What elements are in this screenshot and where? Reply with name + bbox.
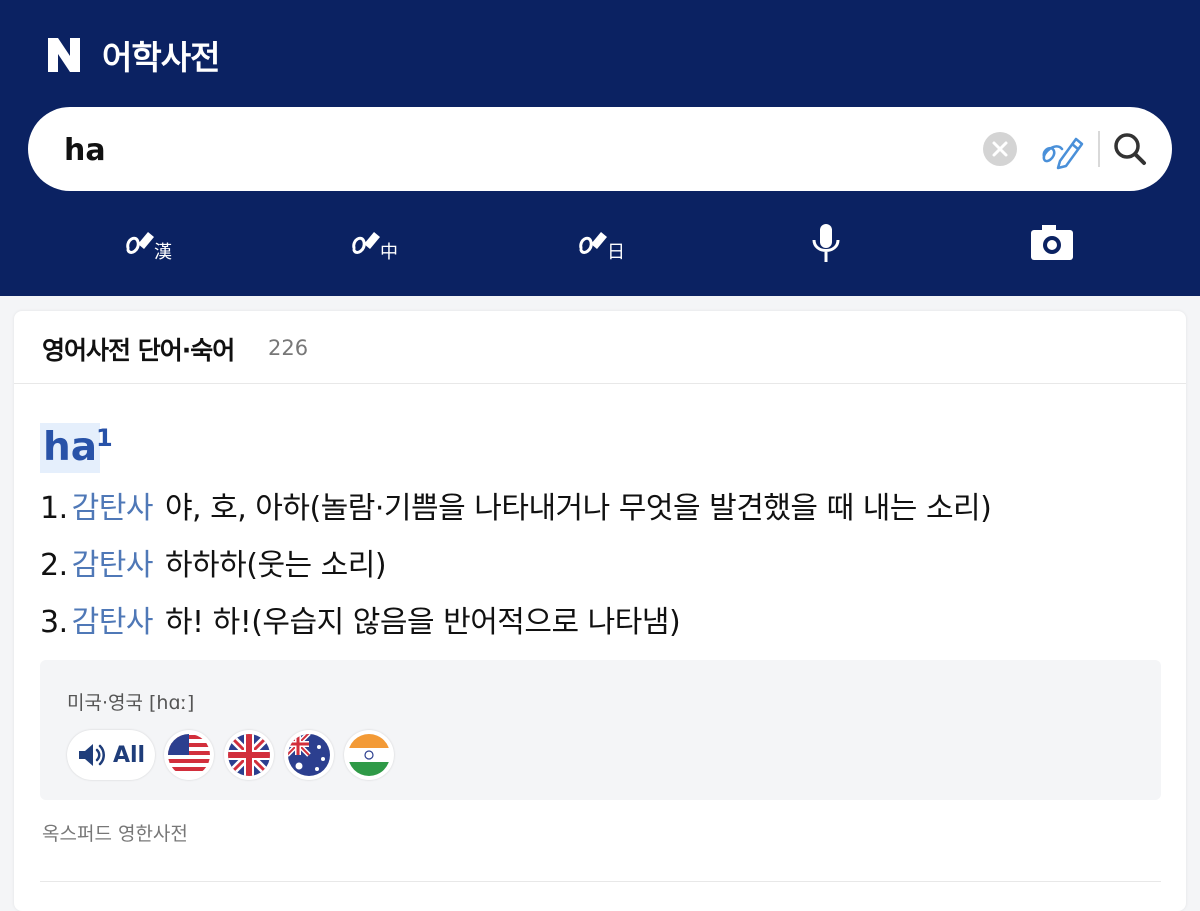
results-title: 영어사전 단어·숙어: [42, 336, 235, 365]
handwriting-japanese-icon[interactable]: 日: [577, 222, 633, 264]
meaning-text: 하! 하!(우습지 않음을 반어적으로 나타냄): [164, 605, 681, 640]
speaker-icon: [78, 744, 105, 766]
meaning-text: 야, 호, 아하(놀람·기쁨을 나타내거나 무엇을 발견했을 때 내는 소리): [164, 491, 992, 526]
japanese-glyph: 日: [607, 242, 625, 263]
india-flag-icon[interactable]: [344, 730, 394, 780]
play-all-label: All: [112, 742, 146, 768]
meaning-number: 3.: [40, 605, 68, 640]
dictionary-source[interactable]: 옥스퍼드 영한사전: [42, 819, 188, 846]
part-of-speech: 감탄사: [71, 491, 154, 526]
camera-icon[interactable]: [1024, 222, 1080, 264]
chinese-glyph: 中: [380, 242, 398, 263]
naver-logo: [46, 35, 82, 75]
meaning-text: 하하하(웃는 소리): [164, 548, 387, 583]
pronunciation-box: 미국·영국 [hɑː] All: [40, 660, 1161, 800]
divider: [40, 881, 1161, 882]
meaning-2: 2. 감탄사 하하하(웃는 소리): [40, 540, 387, 584]
search-separator: [1098, 131, 1100, 167]
uk-flag-icon[interactable]: [224, 730, 274, 780]
australia-flag-icon[interactable]: [284, 730, 334, 780]
handwriting-hanja-icon[interactable]: 漢: [124, 222, 180, 264]
entry-word[interactable]: ha: [40, 423, 101, 473]
search-input[interactable]: [62, 123, 946, 177]
results-count: 226: [268, 336, 309, 360]
us-flag-icon[interactable]: [164, 730, 214, 780]
meaning-1: 1. 감탄사 야, 호, 아하(놀람·기쁨을 나타내거나 무엇을 발견했을 때 내는…: [40, 483, 992, 527]
meaning-number: 1.: [40, 491, 68, 526]
meaning-number: 2.: [40, 548, 68, 583]
app-title: 어학사전: [102, 38, 220, 77]
handwriting-icon[interactable]: [1038, 127, 1086, 171]
logo-row[interactable]: 어학사전: [46, 30, 220, 80]
results-header: 영어사전 단어·숙어 226: [14, 311, 1186, 384]
results-card: 영어사전 단어·숙어 226 ha 1 1. 감탄사 야, 호, 아하(놀람·기쁨을…: [14, 311, 1186, 911]
app-header: 어학사전 漢: [0, 0, 1200, 296]
clear-icon[interactable]: [982, 131, 1018, 167]
hanja-glyph: 漢: [154, 242, 172, 263]
pronunciation-label: 미국·영국 [hɑː]: [67, 692, 195, 714]
search-bar: [28, 107, 1172, 191]
play-all-button[interactable]: All: [67, 730, 155, 780]
entry-superscript: 1: [96, 424, 113, 452]
search-icon[interactable]: [1110, 127, 1150, 171]
meaning-3: 3. 감탄사 하! 하!(우습지 않음을 반어적으로 나타냄): [40, 597, 681, 641]
microphone-icon[interactable]: [798, 222, 854, 264]
part-of-speech: 감탄사: [71, 548, 154, 583]
part-of-speech: 감탄사: [71, 605, 154, 640]
handwriting-chinese-icon[interactable]: 中: [350, 222, 406, 264]
